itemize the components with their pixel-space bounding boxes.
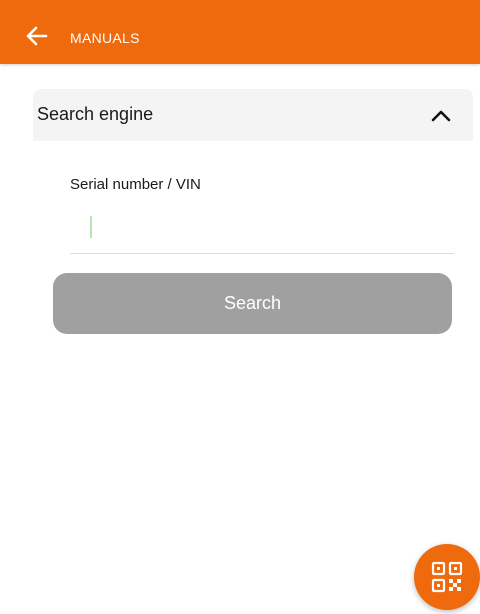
text-cursor bbox=[90, 216, 92, 238]
serial-number-input[interactable] bbox=[70, 207, 454, 253]
search-button[interactable]: Search bbox=[53, 273, 452, 334]
arrow-left-icon bbox=[26, 26, 48, 46]
app-header: MANUALS bbox=[0, 0, 480, 64]
qr-scan-button[interactable] bbox=[414, 544, 480, 610]
page-title: MANUALS bbox=[70, 30, 140, 46]
serial-number-field[interactable] bbox=[70, 207, 454, 254]
serial-number-label: Serial number / VIN bbox=[70, 176, 201, 193]
search-engine-toggle[interactable]: Search engine bbox=[33, 89, 473, 141]
qr-code-icon bbox=[431, 561, 463, 593]
chevron-up-icon bbox=[431, 110, 451, 122]
back-button[interactable] bbox=[24, 24, 52, 48]
app-screen: MANUALS Search engine Serial number / VI… bbox=[0, 0, 480, 614]
search-engine-title: Search engine bbox=[37, 104, 154, 124]
